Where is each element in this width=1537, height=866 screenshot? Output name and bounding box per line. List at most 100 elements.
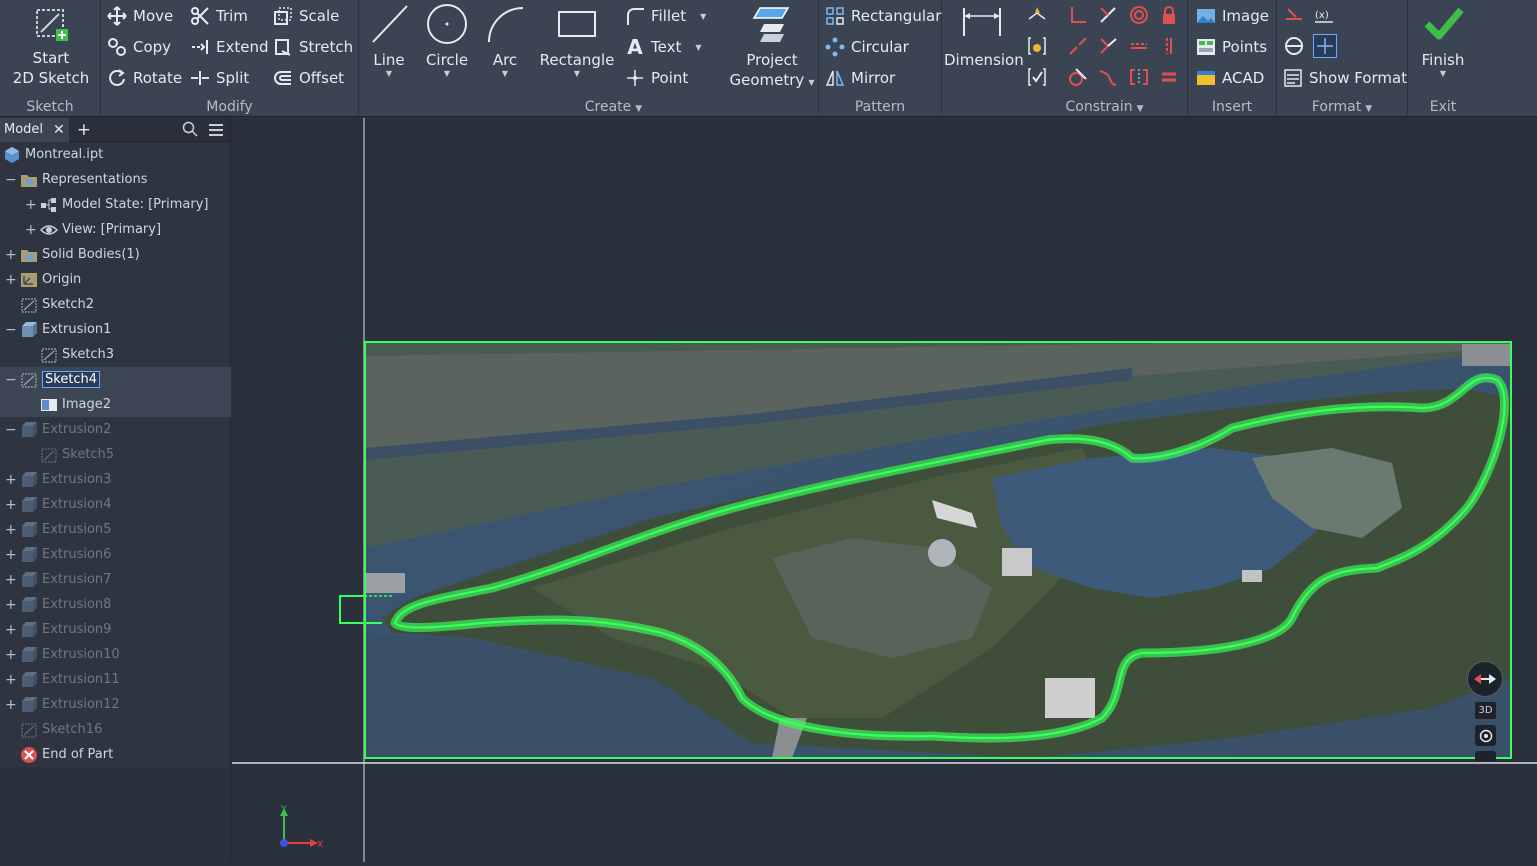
fillet-button[interactable]: Fillet ▼	[625, 4, 706, 28]
vertical-constraint-icon[interactable]	[1158, 35, 1180, 57]
collinear-constraint-icon[interactable]	[1067, 35, 1089, 57]
tree-item-extrusion9[interactable]: + Extrusion9	[0, 617, 231, 642]
circular-pattern-button[interactable]: Circular	[825, 35, 909, 59]
expand-icon[interactable]: +	[5, 247, 17, 263]
coincident-constraint-icon[interactable]	[1097, 35, 1119, 57]
tree-item-extrusion10[interactable]: + Extrusion10	[0, 642, 231, 667]
tree-item-extrusion5[interactable]: + Extrusion5	[0, 517, 231, 542]
viewcube-icon[interactable]	[1467, 661, 1503, 697]
equal-constraint-icon[interactable]	[1158, 66, 1180, 88]
offset-button[interactable]: Offset	[273, 66, 344, 90]
driven-dimension-icon[interactable]: (x)	[1313, 4, 1335, 26]
split-button[interactable]: Split	[190, 66, 249, 90]
expand-icon[interactable]: +	[5, 272, 17, 288]
graphics-window[interactable]: Y X 3D	[232, 118, 1537, 862]
expand-icon[interactable]: +	[5, 522, 17, 538]
canvas-svg[interactable]: Y X	[232, 118, 1537, 862]
circle-button[interactable]: Circle ▼	[421, 2, 473, 78]
expand-icon[interactable]: +	[5, 597, 17, 613]
expand-icon[interactable]: +	[5, 697, 17, 713]
tree-item-sketch4[interactable]: − Sketch4	[0, 367, 231, 392]
insert-points-button[interactable]: Points	[1196, 35, 1267, 59]
view-mode-3d-button[interactable]: 3D	[1475, 702, 1496, 719]
collapse-icon[interactable]: −	[5, 322, 17, 338]
start-2d-sketch-button[interactable]: Start 2D Sketch	[8, 4, 94, 88]
collapse-icon[interactable]: −	[5, 422, 17, 438]
pan-control-icon[interactable]	[1475, 751, 1496, 761]
tree-item-extrusion7[interactable]: + Extrusion7	[0, 567, 231, 592]
trim-button[interactable]: Trim	[190, 4, 248, 28]
tangent-constraint-icon[interactable]	[1067, 66, 1089, 88]
expand-icon[interactable]: +	[5, 647, 17, 663]
project-dropdown-icon[interactable]: ▼	[808, 78, 814, 87]
move-button[interactable]: Move	[107, 4, 173, 28]
expand-icon[interactable]: +	[5, 547, 17, 563]
navigation-wheel-icon[interactable]	[1475, 725, 1496, 746]
tree-item-extrusion1[interactable]: − Extrusion1	[0, 317, 231, 342]
rotate-button[interactable]: Rotate	[107, 66, 182, 90]
copy-button[interactable]: Copy	[107, 35, 171, 59]
arc-dropdown-icon[interactable]: ▼	[479, 70, 531, 78]
tree-item-sketch16[interactable]: Sketch16	[0, 717, 231, 742]
tree-item-sketch2[interactable]: Sketch2	[0, 292, 231, 317]
auto-dimension-icon[interactable]	[1026, 4, 1048, 26]
insert-image-button[interactable]: Image	[1196, 4, 1269, 28]
search-icon[interactable]	[182, 121, 198, 141]
center-point-icon[interactable]	[1313, 34, 1337, 58]
tree-item-montreal-ipt[interactable]: Montreal.ipt	[0, 142, 231, 167]
text-button[interactable]: A Text ▼	[625, 35, 701, 59]
project-geometry-button[interactable]: Project Geometry ▼	[729, 2, 815, 93]
collapse-icon[interactable]: −	[5, 372, 17, 388]
expand-icon[interactable]: +	[5, 572, 17, 588]
tree-item-extrusion3[interactable]: + Extrusion3	[0, 467, 231, 492]
tree-item-solid-bodies-1[interactable]: + Solid Bodies(1)	[0, 242, 231, 267]
tree-item-extrusion2[interactable]: − Extrusion2	[0, 417, 231, 442]
show-constraints-icon[interactable]	[1026, 35, 1048, 57]
finish-dropdown-icon[interactable]: ▼	[1412, 70, 1474, 78]
line-button[interactable]: Line ▼	[363, 2, 415, 78]
tree-item-model-state-primary[interactable]: + Model State: [Primary]	[0, 192, 231, 217]
line-dropdown-icon[interactable]: ▼	[363, 70, 415, 78]
scale-button[interactable]: Scale	[273, 4, 339, 28]
point-button[interactable]: Point	[625, 66, 688, 90]
horizontal-constraint-icon[interactable]	[1128, 35, 1150, 57]
rectangle-button[interactable]: Rectangle ▼	[537, 2, 617, 78]
expand-icon[interactable]: +	[5, 472, 17, 488]
add-tab-icon[interactable]: +	[73, 118, 95, 142]
rectangle-dropdown-icon[interactable]: ▼	[537, 70, 617, 78]
finish-sketch-button[interactable]: Finish ▼	[1412, 2, 1474, 78]
tree-item-extrusion6[interactable]: + Extrusion6	[0, 542, 231, 567]
fix-constraint-icon[interactable]	[1158, 4, 1180, 26]
tree-item-extrusion11[interactable]: + Extrusion11	[0, 667, 231, 692]
tree-item-image2[interactable]: Image2	[0, 392, 231, 417]
show-format-button[interactable]: Show Format	[1283, 66, 1407, 90]
tree-item-extrusion4[interactable]: + Extrusion4	[0, 492, 231, 517]
close-icon[interactable]: ✕	[53, 122, 65, 138]
extend-button[interactable]: Extend	[190, 35, 269, 59]
tree-item-origin[interactable]: + Origin	[0, 267, 231, 292]
collapse-icon[interactable]: −	[5, 172, 17, 188]
tree-item-extrusion8[interactable]: + Extrusion8	[0, 592, 231, 617]
rectangular-pattern-button[interactable]: Rectangular	[825, 4, 941, 28]
tree-item-view-primary[interactable]: + View: [Primary]	[0, 217, 231, 242]
expand-icon[interactable]: +	[25, 222, 37, 238]
tree-item-extrusion12[interactable]: + Extrusion12	[0, 692, 231, 717]
tab-model[interactable]: Model ✕	[0, 117, 69, 142]
expand-icon[interactable]: +	[5, 497, 17, 513]
constraint-settings-icon[interactable]	[1026, 66, 1048, 88]
mirror-button[interactable]: Mirror	[825, 66, 895, 90]
concentric-constraint-icon[interactable]	[1128, 4, 1150, 26]
expand-icon[interactable]: +	[25, 197, 37, 213]
tree-item-sketch3[interactable]: Sketch3	[0, 342, 231, 367]
smooth-constraint-icon[interactable]	[1097, 66, 1119, 88]
tree-item-representations[interactable]: − Representations	[0, 167, 231, 192]
menu-icon[interactable]	[208, 122, 224, 141]
arc-button[interactable]: Arc ▼	[479, 2, 531, 78]
stretch-button[interactable]: Stretch	[273, 35, 353, 59]
circle-dropdown-icon[interactable]: ▼	[421, 70, 473, 78]
expand-icon[interactable]: +	[5, 672, 17, 688]
constrain-panel-title[interactable]: Constrain ▼	[942, 99, 1187, 115]
symmetric-constraint-icon[interactable]	[1128, 66, 1150, 88]
dimension-button[interactable]: Dimension	[944, 2, 1024, 70]
fillet-dropdown-icon[interactable]: ▼	[700, 12, 706, 21]
